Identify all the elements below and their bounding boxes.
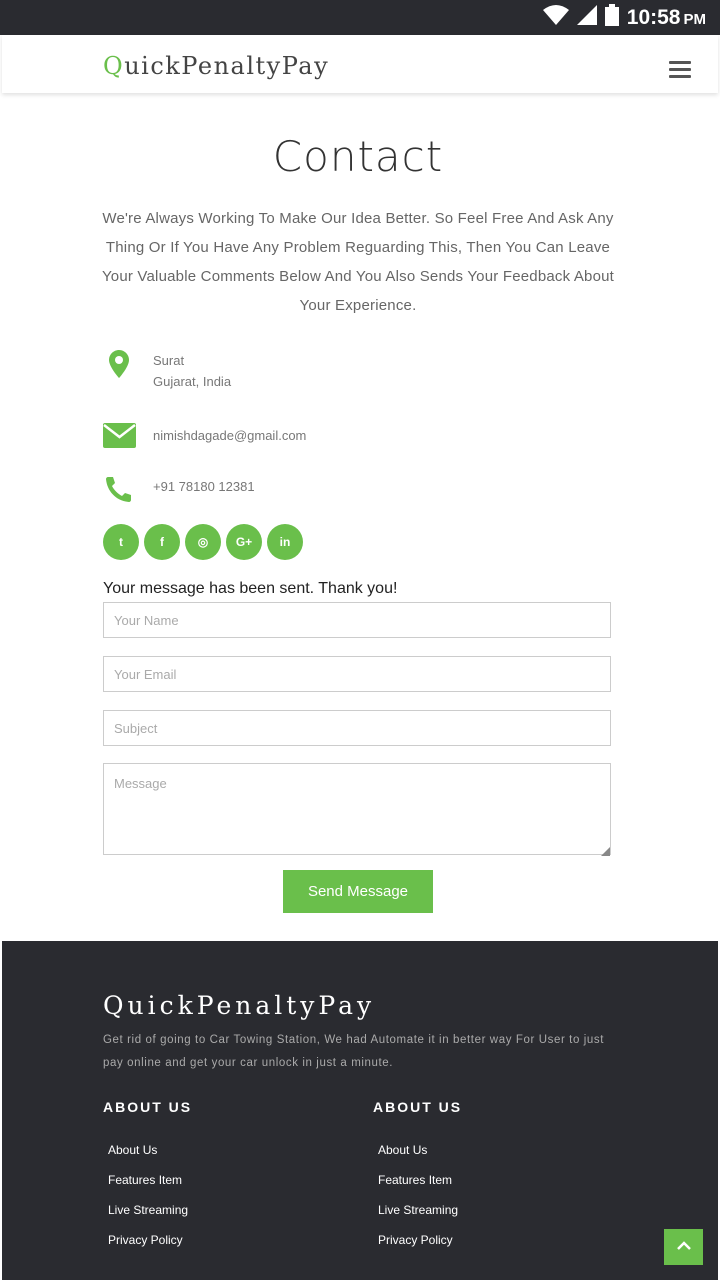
- subject-input[interactable]: [103, 710, 611, 746]
- google-plus-icon[interactable]: G+: [226, 524, 262, 560]
- location-pin-icon: [102, 350, 136, 378]
- address-line-1: Surat: [153, 353, 185, 368]
- footer-heading: ABOUT US: [103, 1099, 193, 1115]
- phone-row: +91 78180 12381: [102, 476, 255, 502]
- footer-link-live-streaming[interactable]: Live Streaming: [108, 1203, 192, 1233]
- status-bar: 10:58 PM: [0, 0, 720, 35]
- instagram-icon[interactable]: ◎: [185, 524, 221, 560]
- footer-link-privacy-policy[interactable]: Privacy Policy: [108, 1233, 192, 1263]
- footer-link-features-item[interactable]: Features Item: [378, 1173, 462, 1203]
- email-row: nimishdagade@gmail.com: [102, 423, 306, 448]
- footer-column-2: ABOUT US About Us Features Item Live Str…: [373, 1099, 462, 1263]
- message-textarea[interactable]: [103, 763, 611, 855]
- intro-text: We're Always Working To Make Our Idea Be…: [101, 210, 615, 314]
- status-time: 10:58 PM: [627, 6, 706, 30]
- status-icons: 10:58 PM: [542, 0, 706, 35]
- footer-link-about-us[interactable]: About Us: [378, 1143, 462, 1173]
- address-row: Surat Gujarat, India: [102, 350, 231, 389]
- wifi-icon: [542, 5, 569, 30]
- address-line-2: Gujarat, India: [153, 374, 232, 389]
- social-links: t f ◎ G+ in: [103, 524, 308, 560]
- site-footer: QuickPenaltyPay Get rid of going to Car …: [2, 941, 718, 1280]
- battery-icon: [604, 4, 619, 31]
- footer-link-privacy-policy[interactable]: Privacy Policy: [378, 1233, 462, 1263]
- footer-link-about-us[interactable]: About Us: [108, 1143, 192, 1173]
- address-text: Surat Gujarat, India: [153, 350, 231, 392]
- email-text[interactable]: nimishdagade@gmail.com: [153, 425, 306, 446]
- footer-links: About Us Features Item Live Streaming Pr…: [103, 1143, 192, 1263]
- envelope-icon: [102, 423, 136, 448]
- signal-icon: [576, 5, 597, 30]
- email-input[interactable]: [103, 656, 611, 692]
- page-title: Contact: [272, 132, 444, 181]
- status-time-ampm: PM: [683, 10, 707, 28]
- footer-column-1: ABOUT US About Us Features Item Live Str…: [103, 1099, 192, 1263]
- facebook-icon[interactable]: f: [144, 524, 180, 560]
- back-to-top-button[interactable]: [664, 1229, 703, 1265]
- resize-grip-icon[interactable]: [601, 843, 610, 856]
- logo-first-letter: Q: [103, 52, 125, 80]
- phone-icon: [102, 476, 136, 502]
- linkedin-icon[interactable]: in: [267, 524, 303, 560]
- footer-description: Get rid of going to Car Towing Station, …: [103, 1034, 605, 1069]
- chevron-up-icon: [676, 1238, 691, 1256]
- footer-link-features-item[interactable]: Features Item: [108, 1173, 192, 1203]
- send-message-button[interactable]: Send Message: [283, 870, 433, 913]
- footer-logo: QuickPenaltyPay: [103, 991, 376, 1020]
- status-time-value: 10:58: [626, 5, 681, 29]
- twitter-icon[interactable]: t: [103, 524, 139, 560]
- logo-rest: uickPenaltyPay: [124, 52, 330, 80]
- footer-heading: ABOUT US: [373, 1099, 463, 1115]
- success-message: Your message has been sent. Thank you!: [103, 580, 398, 597]
- site-header: QuickPenaltyPay: [2, 35, 718, 93]
- footer-links: About Us Features Item Live Streaming Pr…: [373, 1143, 462, 1263]
- hamburger-icon[interactable]: [669, 61, 691, 79]
- site-logo[interactable]: QuickPenaltyPay: [103, 52, 329, 80]
- phone-text[interactable]: +91 78180 12381: [153, 476, 255, 497]
- name-input[interactable]: [103, 602, 611, 638]
- footer-link-live-streaming[interactable]: Live Streaming: [378, 1203, 462, 1233]
